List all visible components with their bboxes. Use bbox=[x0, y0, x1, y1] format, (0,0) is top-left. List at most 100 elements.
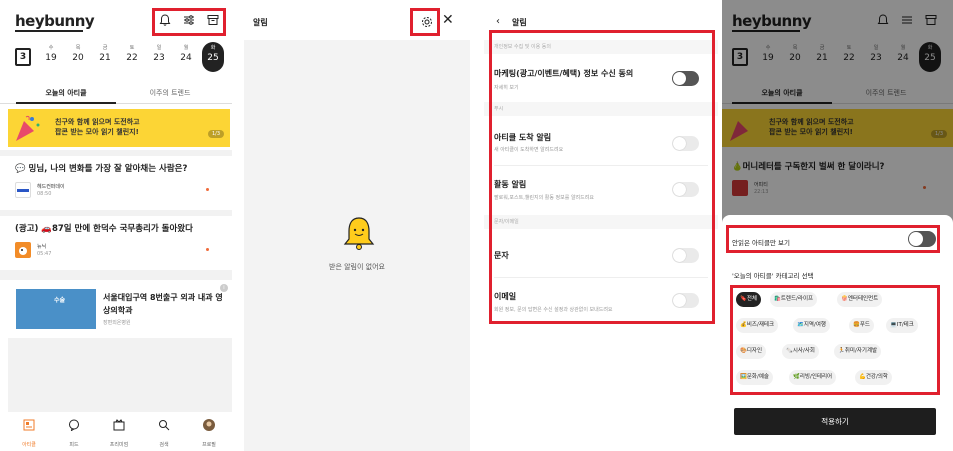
bell-mascot-icon bbox=[343, 217, 375, 250]
banner-text: 친구와 함께 읽으며 도전하고팝콘 받는 모아 읽기 챌린지! bbox=[55, 117, 140, 137]
setting-title: 아티클 도착 알림 bbox=[494, 133, 552, 142]
chat-bubble-icon bbox=[69, 419, 79, 432]
calendar-icon[interactable]: 3 bbox=[15, 48, 31, 66]
setting-row-sms[interactable]: 문자 bbox=[484, 229, 718, 277]
challenge-banner[interactable]: 친구와 함께 읽으며 도전하고 팝콘 받는 모아 읽기 챌린지! 1/3 bbox=[8, 109, 230, 147]
banner-line: 친구와 함께 읽으며 도전하고 bbox=[55, 118, 140, 126]
nav-search[interactable]: 검색 bbox=[150, 416, 178, 448]
chip-entertain[interactable]: 🍿엔터테인먼트 bbox=[837, 292, 883, 307]
unread-only-label: 안읽은 아티클만 보기 bbox=[732, 239, 790, 247]
premium-icon bbox=[113, 419, 125, 431]
banner-line: 팝콘 받는 모아 읽기 챌린지! bbox=[55, 128, 139, 136]
source-time: 05:47 bbox=[37, 251, 52, 257]
ad-card[interactable]: 수술 서울대입구역 8번출구 외과 내과 영상의학과 장편외온병원 i bbox=[8, 284, 230, 334]
chip-food[interactable]: 🍔푸드 bbox=[849, 318, 874, 333]
divider bbox=[0, 270, 232, 280]
chip-travel[interactable]: 🗺️지역/여행 bbox=[793, 318, 830, 333]
day-number: 25 bbox=[207, 53, 219, 63]
setting-row-marketing[interactable]: 마케팅(광고/이벤트/혜택) 정보 수신 동의 자세히 보기 bbox=[484, 54, 718, 102]
article-item[interactable]: (광고) 🚗87일 만에 한덕수 국무총리가 돌아왔다 뉴닉 05:47 bbox=[15, 222, 225, 270]
nav-premium[interactable]: 프리미엄 bbox=[105, 416, 133, 448]
day-tue-selected[interactable]: 화 25 bbox=[202, 42, 224, 72]
setting-title: 마케팅(광고/이벤트/혜택) 정보 수신 동의 bbox=[494, 69, 634, 78]
filter-bottom-sheet: 안읽은 아티클만 보기 '오늘의 아티클' 카테고리 선택 🔖전체 🛍️트렌드/… bbox=[722, 215, 953, 451]
filter-icon[interactable] bbox=[182, 13, 196, 27]
gear-icon[interactable] bbox=[420, 15, 434, 29]
tab-today-article[interactable]: 오늘의 아티클 bbox=[16, 88, 116, 98]
chip-it[interactable]: 💻IT/테크 bbox=[886, 318, 918, 333]
empty-message: 받은 알림이 없어요 bbox=[329, 263, 385, 271]
activity-alert-toggle[interactable] bbox=[672, 182, 699, 197]
toggle-knob bbox=[673, 294, 686, 307]
day-mon[interactable]: 월 24 bbox=[175, 44, 197, 63]
source-logo bbox=[15, 182, 31, 198]
nav-label: 피드 bbox=[69, 442, 79, 448]
toggle-knob bbox=[673, 137, 686, 150]
source-name: 뉴닉 bbox=[37, 244, 47, 250]
notification-screen: 알림 ✕ 받은 알림이 없어요 bbox=[244, 0, 470, 451]
article-source: 헤드컨퍼데이 08:50 bbox=[15, 182, 215, 202]
divider bbox=[0, 150, 232, 156]
app-logo: heybunny bbox=[15, 12, 95, 30]
setting-row-email[interactable]: 이메일 회원 정보, 문의 답변은 수신 설정과 상관없이 보내드려요 bbox=[484, 278, 718, 324]
article-source: 뉴닉 05:47 bbox=[15, 242, 215, 262]
chip-biz[interactable]: 💰비즈/재테크 bbox=[736, 318, 779, 333]
day-number: 20 bbox=[72, 53, 84, 63]
day-weekday: 목 bbox=[75, 45, 81, 51]
day-wed[interactable]: 수 19 bbox=[40, 44, 62, 63]
party-popper-icon bbox=[16, 115, 40, 141]
page-title: 알림 bbox=[512, 18, 527, 27]
nav-article[interactable]: 아티클 bbox=[15, 416, 43, 448]
avatar bbox=[203, 419, 215, 431]
day-fri[interactable]: 금 21 bbox=[94, 44, 116, 63]
sms-toggle[interactable] bbox=[672, 248, 699, 263]
setting-subtitle: 새 아티클이 도착하면 알려드려요 bbox=[494, 147, 564, 153]
section-header: 문자/이메일 bbox=[484, 215, 718, 229]
chip-hobby[interactable]: 🏃취미/자기계발 bbox=[834, 344, 882, 359]
chip-living[interactable]: 🌿리빙/인테리어 bbox=[789, 370, 837, 385]
marketing-toggle[interactable] bbox=[672, 71, 699, 86]
close-icon[interactable]: ✕ bbox=[442, 13, 454, 27]
article-alert-toggle[interactable] bbox=[672, 136, 699, 151]
day-weekday: 토 bbox=[129, 45, 135, 51]
article-item[interactable]: 💬 밍님, 나의 변화를 가장 잘 알아채는 사람은? 헤드컨퍼데이 08:50 bbox=[15, 162, 225, 210]
header-icons bbox=[158, 13, 220, 27]
chip-health[interactable]: 💪건강/의학 bbox=[855, 370, 892, 385]
source-time: 08:50 bbox=[37, 191, 52, 197]
day-weekday: 화 bbox=[210, 45, 216, 51]
day-weekday: 금 bbox=[102, 45, 108, 51]
chip-all[interactable]: 🔖전체 bbox=[736, 292, 761, 307]
bell-icon[interactable] bbox=[158, 13, 172, 27]
apply-button[interactable]: 적용하기 bbox=[734, 408, 936, 435]
chip-trend[interactable]: 🛍️트렌드/라이프 bbox=[770, 292, 818, 307]
chip-design[interactable]: 🎨디자인 bbox=[736, 344, 767, 359]
ad-info-icon[interactable]: i bbox=[220, 284, 228, 292]
day-number: 19 bbox=[45, 53, 57, 63]
chip-society[interactable]: 🗞️시사/사회 bbox=[782, 344, 819, 359]
bottom-navigation: 아티클 피드 프리미엄 검색 프로필 bbox=[0, 412, 232, 451]
day-number: 23 bbox=[153, 53, 165, 63]
nav-profile[interactable]: 프로필 bbox=[195, 416, 223, 448]
logo-underline bbox=[15, 30, 83, 32]
toggle-knob bbox=[673, 249, 686, 262]
day-weekday: 월 bbox=[183, 45, 189, 51]
section-label: 개인정보 수집 및 이용 동의 bbox=[494, 44, 551, 50]
article-title: 💬 밍님, 나의 변화를 가장 잘 알아채는 사람은? bbox=[15, 164, 188, 174]
email-toggle[interactable] bbox=[672, 293, 699, 308]
tab-weekly-trend[interactable]: 이주의 트렌드 bbox=[120, 88, 220, 98]
section-label: 문자/이메일 bbox=[494, 219, 519, 225]
toggle-knob bbox=[673, 72, 686, 85]
nav-label: 검색 bbox=[159, 442, 169, 448]
setting-row-activity[interactable]: 활동 알림 팔로워,포스트,챌린지의 활동 정보를 알려드려요 bbox=[484, 166, 718, 214]
archive-icon[interactable] bbox=[206, 13, 220, 27]
setting-subtitle[interactable]: 자세히 보기 bbox=[494, 84, 519, 91]
chip-culture[interactable]: 🖼️문화/예술 bbox=[736, 370, 773, 385]
day-sun[interactable]: 일 23 bbox=[148, 44, 170, 63]
unread-only-toggle[interactable] bbox=[908, 231, 936, 247]
back-icon[interactable]: ‹ bbox=[496, 16, 500, 27]
day-sat[interactable]: 토 22 bbox=[121, 44, 143, 63]
nav-feed[interactable]: 피드 bbox=[60, 416, 88, 448]
setting-title: 문자 bbox=[494, 251, 509, 260]
setting-row-article[interactable]: 아티클 도착 알림 새 아티클이 도착하면 알려드려요 bbox=[484, 116, 718, 164]
day-thu[interactable]: 목 20 bbox=[67, 44, 89, 63]
